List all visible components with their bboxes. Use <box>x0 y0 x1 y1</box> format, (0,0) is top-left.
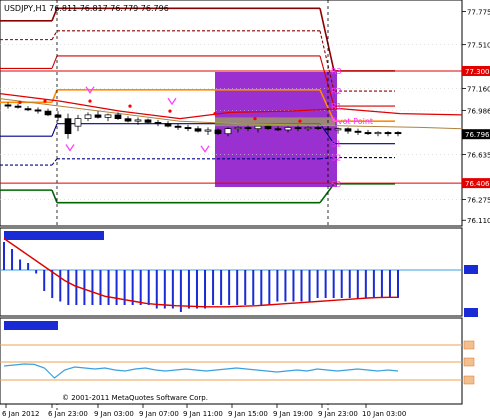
time-tick-label: 6 Jan 2012 <box>2 410 40 418</box>
price-tick-label: 76.635 <box>467 151 490 159</box>
time-tick-label: 9 Jan 07:00 <box>139 410 179 418</box>
candle-bear <box>154 122 162 125</box>
candle-bear <box>124 118 132 122</box>
candle-bear <box>144 119 152 123</box>
candle-bear <box>44 110 52 116</box>
candle-bull <box>234 127 242 130</box>
macd-title-bar <box>4 231 104 240</box>
candle-bull <box>204 129 212 132</box>
candle-bear <box>164 123 172 127</box>
metatrader-chart-window[interactable]: USDJPY,H1 76.811 76.817 76.779 76.796 R3… <box>0 0 490 420</box>
pivot-label: S2 <box>331 154 341 163</box>
candle-bear <box>94 114 102 118</box>
fractal-dot <box>18 100 22 104</box>
price-tick-label: 77.160 <box>467 86 490 94</box>
candle-bear <box>54 114 62 118</box>
candle-bear <box>364 132 372 135</box>
osc-axis-tag-3 <box>463 375 475 385</box>
time-tick-label: 9 Jan 11:00 <box>183 410 223 418</box>
candle-bear <box>354 130 362 133</box>
candle-bear <box>4 104 12 107</box>
time-tick-label: 10 Jan 03:00 <box>362 410 406 418</box>
candle-bear <box>34 109 42 112</box>
fractal-dot <box>128 104 132 108</box>
price-tick-label: 77.775 <box>467 8 490 16</box>
candle-bear <box>394 132 402 135</box>
time-tick-label: 9 Jan 15:00 <box>228 410 268 418</box>
pivot-label: S1 <box>331 140 341 149</box>
candle-bear <box>174 125 182 128</box>
pivot-label: R1 <box>331 102 342 111</box>
macd-panel[interactable] <box>0 227 478 317</box>
candle-bear <box>64 118 72 135</box>
fractal-dot <box>298 119 302 123</box>
pivot-label: R3 <box>331 67 342 76</box>
candle-bull <box>224 128 232 135</box>
candle-bear <box>24 108 32 111</box>
price-tick-label: 76.986 <box>467 107 490 115</box>
price-tick-label: 76.275 <box>467 197 490 205</box>
candle-bear <box>314 127 322 130</box>
osc-axis-tag-2 <box>463 357 475 367</box>
pivot-label: S3 <box>331 180 341 189</box>
fractal-dot <box>88 99 92 103</box>
candle-bear <box>244 127 252 130</box>
candle-bear <box>344 128 352 132</box>
macd-axis-tag-2 <box>464 308 478 317</box>
candle-bull <box>104 114 112 118</box>
price-tick-label: 77.510 <box>467 42 490 50</box>
highlight-band <box>215 117 335 127</box>
candle-bear <box>114 114 122 119</box>
candle-bull <box>134 119 142 122</box>
candle-bear <box>384 132 392 135</box>
symbol-line: USDJPY,H1 76.811 76.817 76.779 76.796 <box>4 4 169 13</box>
osc-title-bar <box>4 321 58 330</box>
candle-bear <box>184 127 192 130</box>
candle-bear <box>14 105 22 108</box>
candle-bull <box>84 114 92 119</box>
pivot-label: R2 <box>331 87 342 96</box>
fractal-dot <box>253 117 257 121</box>
pivot-label: Pivot Point <box>331 117 373 126</box>
fractal-dot <box>43 99 47 103</box>
candle-bull <box>334 128 342 131</box>
price-tag-label: 76.406 <box>465 180 490 188</box>
candle-bear <box>274 128 282 131</box>
macd-axis-tag-1 <box>464 265 478 274</box>
time-tick-label: 9 Jan 19:00 <box>273 410 313 418</box>
candle-bull <box>304 127 312 130</box>
candle-bear <box>194 128 202 132</box>
time-tick-label: 9 Jan 23:00 <box>318 410 358 418</box>
copyright: © 2001-2011 MetaQuotes Software Corp. <box>62 394 208 402</box>
candle-bull <box>74 118 82 127</box>
price-tag-label: 77.300 <box>465 68 490 76</box>
oscillator-panel[interactable]: © 2001-2011 MetaQuotes Software Corp. <box>0 317 475 405</box>
candle-bear <box>294 127 302 130</box>
candle-bull <box>374 132 382 135</box>
candle-bull <box>254 125 262 130</box>
time-tick-label: 9 Jan 03:00 <box>94 410 134 418</box>
fractal-dot <box>168 109 172 113</box>
fractal-dot <box>213 112 217 116</box>
candle-bear <box>214 129 222 135</box>
oscillator-panel-frame <box>0 317 463 405</box>
candle-bear <box>264 125 272 130</box>
time-tick-label: 6 Jan 23:00 <box>48 410 88 418</box>
price-tick-label: 76.110 <box>467 217 490 225</box>
candle-bull <box>284 127 292 131</box>
osc-axis-tag-1 <box>463 340 475 350</box>
price-tag-label: 76.796 <box>465 131 490 139</box>
